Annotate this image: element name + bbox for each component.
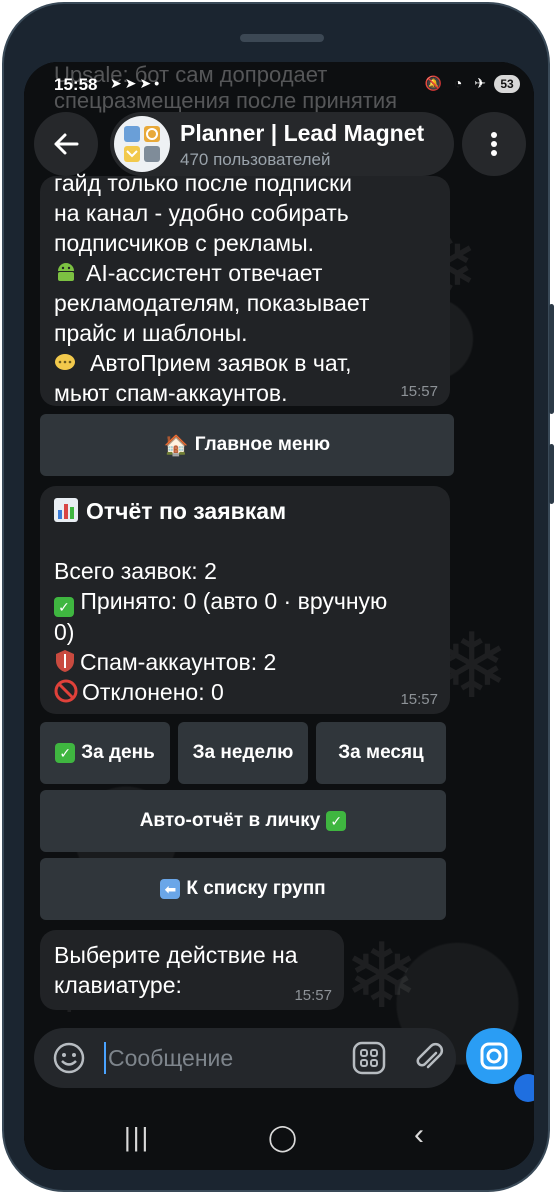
status-time: 15:58 — [54, 75, 98, 94]
nav-back-icon[interactable]: ‹ — [414, 1118, 424, 1152]
smile-icon[interactable] — [52, 1041, 86, 1075]
period-month-button[interactable]: За месяц — [316, 722, 446, 784]
camera-button[interactable] — [466, 1028, 522, 1084]
no-entry-icon — [54, 679, 78, 703]
more-menu-button[interactable] — [462, 112, 526, 176]
chat-header[interactable]: Planner | Lead Magnet 470 пользователей — [110, 112, 454, 176]
main-menu-button[interactable]: 🏠 Главное меню — [40, 414, 454, 476]
main-menu-label: Главное меню — [194, 434, 331, 455]
floating-chat-icon[interactable] — [514, 1074, 534, 1102]
home-icon[interactable]: ◯ — [268, 1122, 297, 1153]
chat-title: Planner | Lead Magnet — [180, 120, 425, 146]
planner-logo-icon — [124, 126, 160, 162]
bar-chart-icon — [54, 498, 78, 522]
report-accepted: Принято: 0 (авто 0 · вручную — [80, 588, 388, 614]
report-message-bubble: Отчёт по заявкам Всего заявок: 2 ✓ Приня… — [40, 486, 450, 714]
left-arrow-icon: ⬅ — [160, 879, 181, 899]
report-accepted-line: ✓ Принято: 0 (авто 0 · вручную — [54, 586, 436, 617]
android-icon — [58, 263, 74, 281]
recent-apps-icon[interactable]: ||| — [124, 1122, 150, 1153]
message-line-ai: AI-ассистент отвечает — [54, 258, 436, 288]
speaker-grille — [240, 34, 324, 42]
check-mark-icon: ✓ — [55, 743, 76, 763]
grid-icon[interactable] — [352, 1041, 386, 1075]
back-to-groups-button[interactable]: ⬅ К списку групп — [40, 858, 446, 920]
message-input[interactable]: Сообщение — [108, 1045, 233, 1072]
report-accepted-cont: 0) — [54, 619, 75, 645]
chat-avatar[interactable] — [114, 116, 170, 172]
message-text: АвтоПрием заявок в чат, — [90, 350, 352, 376]
message-line: подписчиков с рекламы. — [54, 230, 314, 256]
back-to-groups-label: К списку групп — [186, 878, 326, 899]
message-time: 15:57 — [400, 383, 438, 400]
camera-icon — [480, 1042, 508, 1070]
auto-report-label: Авто-отчёт в личку — [139, 810, 321, 831]
status-bar: 15:58 ➤➤➤• 🔕 ◔ ✈ 53 — [24, 72, 534, 100]
report-spam: Спам-аккаунтов: 2 — [80, 649, 277, 675]
notification-icons: ➤➤➤• — [110, 75, 163, 91]
message-line: гайд только после подписки — [54, 170, 353, 196]
message-bubble: Выберите действие на клавиатуре: 15:57 — [40, 930, 344, 1010]
text-cursor — [104, 1042, 106, 1074]
message-input-bar[interactable]: Сообщение — [34, 1028, 456, 1088]
message-time: 15:57 — [294, 987, 332, 1004]
power-button — [549, 444, 554, 504]
message-line: мьют спам-аккаунтов. — [54, 380, 288, 406]
battery-indicator: 53 — [494, 75, 520, 93]
speech-bubble-icon — [55, 354, 75, 370]
report-title-line: Отчёт по заявкам — [54, 496, 436, 526]
period-month-label: За месяц — [338, 742, 424, 763]
house-icon: 🏠 — [163, 434, 189, 457]
chat-subscriber-count: 470 пользователей — [180, 150, 331, 169]
report-total: Всего заявок: 2 — [54, 558, 217, 584]
arrow-left-icon — [54, 133, 79, 155]
period-day-button[interactable]: ✓ За день — [40, 722, 170, 784]
check-mark-icon: ✓ — [54, 597, 74, 617]
shield-icon — [56, 650, 74, 672]
message-line: Выберите действие на — [54, 942, 298, 968]
snowflake-decoration: ❄ — [344, 927, 420, 1027]
back-button[interactable] — [34, 112, 98, 176]
system-icons: 🔕 ◔ ✈ — [424, 75, 490, 91]
auto-report-button[interactable]: Авто-отчёт в личку ✓ — [40, 790, 446, 852]
report-spam-line: Спам-аккаунтов: 2 — [54, 647, 436, 677]
report-rejected: Отклонено: 0 — [82, 679, 224, 705]
message-line: рекламодателям, показывает — [54, 290, 370, 316]
report-title: Отчёт по заявкам — [86, 498, 287, 524]
kebab-menu-icon — [491, 132, 497, 156]
check-mark-icon: ✓ — [326, 811, 347, 831]
message-text: AI-ассистент отвечает — [86, 260, 323, 286]
report-rejected-line: Отклонено: 0 — [54, 677, 436, 707]
system-navigation-bar: ||| ◯ ‹ — [24, 1102, 534, 1170]
message-line: на канал - удобно собирать — [54, 200, 349, 226]
message-line-auto: АвтоПрием заявок в чат, — [54, 348, 436, 378]
period-week-label: За неделю — [192, 742, 294, 763]
message-line: прайс и шаблоны. — [54, 320, 248, 346]
period-week-button[interactable]: За неделю — [178, 722, 308, 784]
period-day-label: За день — [81, 742, 155, 763]
volume-button — [549, 304, 554, 414]
phone-screen: ❄ ❄ ❄ ❄ Upsale: бот сам допродает спецра… — [24, 62, 534, 1170]
phone-frame: ❄ ❄ ❄ ❄ Upsale: бот сам допродает спецра… — [2, 2, 554, 1192]
message-bubble: гайд только после подписки на канал - уд… — [40, 170, 450, 406]
message-time: 15:57 — [400, 691, 438, 708]
message-line: клавиатуре: — [54, 972, 182, 998]
paperclip-icon[interactable] — [412, 1041, 446, 1075]
